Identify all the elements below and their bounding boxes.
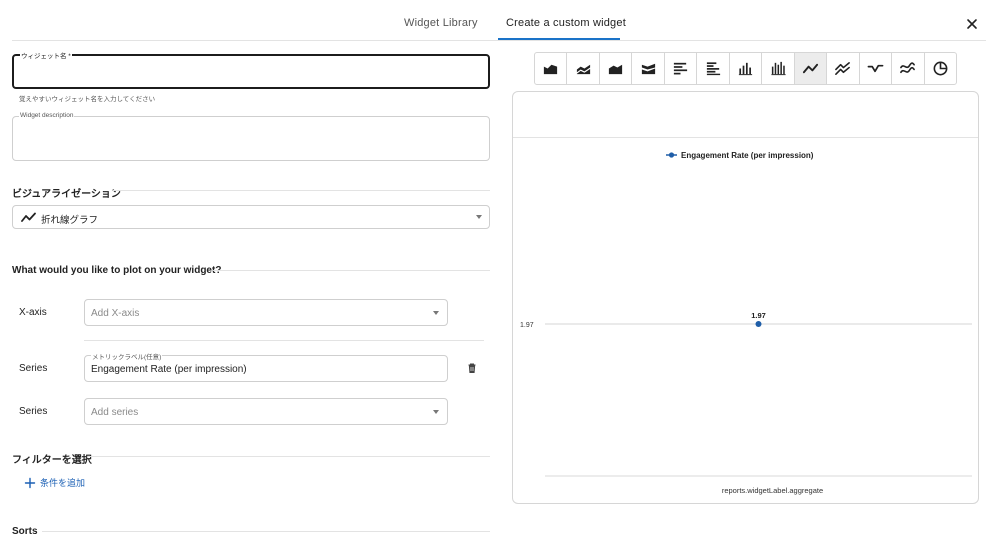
multi-line-chart-icon bbox=[835, 62, 851, 75]
series1-label: Series bbox=[19, 363, 48, 374]
filters-title: フィルターを選択 bbox=[12, 455, 92, 466]
widget-name-field[interactable]: ウィジェット名 * bbox=[12, 50, 490, 89]
series1-metric-field[interactable]: メトリックラベル(任意) Engagement Rate (per impres… bbox=[84, 351, 448, 382]
chart-type-horizontal-bar[interactable] bbox=[665, 53, 698, 84]
series2-select[interactable]: Add series bbox=[84, 398, 448, 425]
chart-type-vertical-bar[interactable] bbox=[730, 53, 763, 84]
stream-area-chart-icon bbox=[641, 63, 655, 75]
header-divider bbox=[12, 40, 377, 41]
line-chart-icon bbox=[802, 63, 819, 74]
active-tab-indicator bbox=[498, 38, 620, 40]
tab-widget-library[interactable]: Widget Library bbox=[404, 17, 478, 29]
plus-icon bbox=[24, 477, 36, 488]
filters-divider bbox=[88, 456, 490, 457]
plot-row-divider bbox=[84, 340, 484, 341]
horizontal-bar-chart-icon bbox=[673, 62, 688, 75]
series1-field-label: メトリックラベル(任意) bbox=[91, 351, 163, 361]
chart-type-stacked-vertical-bar[interactable] bbox=[762, 53, 795, 84]
add-condition-label: 条件を追加 bbox=[40, 478, 86, 488]
series1-value: Engagement Rate (per impression) bbox=[91, 364, 247, 375]
chart-type-step-area[interactable] bbox=[600, 53, 633, 84]
visualization-title: ビジュアライゼーション bbox=[12, 189, 121, 200]
smooth-line-chart-icon bbox=[900, 62, 916, 74]
chevron-down-icon bbox=[476, 215, 482, 219]
visualization-selected-value: 折れ線グラフ bbox=[41, 215, 99, 226]
data-point bbox=[755, 321, 762, 327]
data-label: 1.97 bbox=[751, 311, 766, 320]
legend-marker bbox=[668, 152, 675, 158]
tab-bar: Widget Library Create a custom widget bbox=[377, 0, 986, 41]
chart-type-multi-line[interactable] bbox=[827, 53, 860, 84]
chevron-down-icon bbox=[433, 410, 439, 414]
pie-chart-icon bbox=[933, 61, 948, 76]
widget-description-label: Widget description bbox=[19, 112, 75, 119]
step-area-chart-icon bbox=[609, 64, 623, 75]
chart-type-pie[interactable] bbox=[925, 53, 956, 84]
stacked-horizontal-bar-chart-icon bbox=[706, 62, 720, 76]
x-axis-title: reports.widgetLabel.aggregate bbox=[722, 486, 823, 495]
add-condition-button[interactable]: 条件を追加 bbox=[24, 476, 85, 489]
visualization-select[interactable]: 折れ線グラフ bbox=[12, 205, 490, 229]
chevron-down-icon bbox=[433, 311, 439, 315]
tab-create-custom-widget[interactable]: Create a custom widget bbox=[506, 17, 626, 29]
close-button[interactable] bbox=[962, 14, 982, 34]
sorts-title: Sorts bbox=[12, 526, 38, 537]
widget-name-helper: 覚えやすいウィジェット名を入力してください bbox=[19, 96, 156, 103]
chart-type-stacked-horizontal-bar[interactable] bbox=[697, 53, 730, 84]
plot-title: What would you like to plot on your widg… bbox=[12, 265, 222, 276]
chart-type-step-line[interactable] bbox=[860, 53, 893, 84]
step-line-chart-icon bbox=[867, 64, 884, 73]
chart-preview: Engagement Rate (per impression) 1.97 1.97… bbox=[512, 91, 979, 504]
series2-label: Series bbox=[19, 406, 48, 417]
stacked-area-chart-icon bbox=[576, 64, 590, 75]
widget-name-label: ウィジェット名 * bbox=[20, 50, 72, 60]
vertical-bar-chart-icon bbox=[738, 62, 753, 76]
chart-type-stream-area[interactable] bbox=[632, 53, 665, 84]
chart-type-line[interactable] bbox=[794, 53, 828, 84]
series2-placeholder: Add series bbox=[91, 407, 139, 418]
stacked-vertical-bar-chart-icon bbox=[770, 61, 786, 76]
xaxis-select[interactable]: Add X-axis bbox=[84, 299, 448, 326]
widget-description-field[interactable]: Widget description bbox=[12, 112, 490, 161]
chart-type-area[interactable] bbox=[535, 53, 568, 84]
chart-type-stacked-area[interactable] bbox=[567, 53, 600, 84]
visualization-divider bbox=[113, 190, 490, 191]
chart-type-toolbar bbox=[534, 52, 957, 85]
close-icon bbox=[967, 19, 977, 29]
xaxis-label: X-axis bbox=[19, 307, 47, 318]
plot-divider bbox=[213, 270, 490, 271]
area-chart-icon bbox=[544, 64, 558, 75]
y-tick-label: 1.97 bbox=[520, 322, 534, 329]
trash-icon[interactable] bbox=[466, 362, 478, 374]
chart-canvas: Engagement Rate (per impression) 1.97 1.97… bbox=[520, 151, 972, 495]
line-chart-icon bbox=[21, 212, 36, 222]
chart-type-smooth-line[interactable] bbox=[892, 53, 925, 84]
legend-label: Engagement Rate (per impression) bbox=[681, 151, 814, 160]
xaxis-placeholder: Add X-axis bbox=[91, 308, 140, 319]
sorts-divider bbox=[42, 531, 490, 532]
